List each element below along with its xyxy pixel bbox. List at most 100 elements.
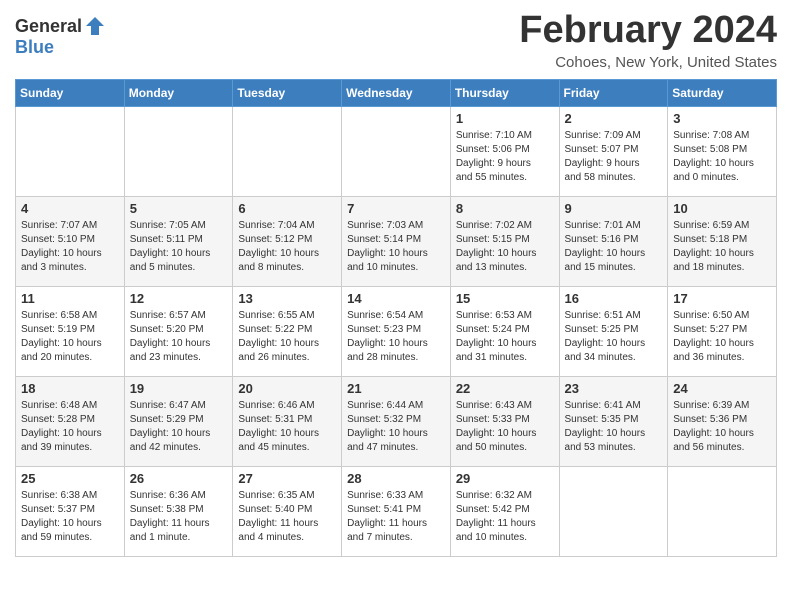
day-number: 14 <box>347 291 445 306</box>
calendar-cell: 8 Sunrise: 7:02 AM Sunset: 5:15 PM Daylig… <box>450 196 559 286</box>
day-info: Sunrise: 6:59 AM Sunset: 5:18 PM Dayligh… <box>673 219 771 275</box>
calendar-cell: 21Sunrise: 6:44 AM Sunset: 5:32 PM Dayli… <box>342 376 451 466</box>
day-info: Sunrise: 7:10 AM Sunset: 5:06 PM Dayligh… <box>456 129 554 185</box>
calendar-cell: 3 Sunrise: 7:08 AM Sunset: 5:08 PM Daylig… <box>668 106 777 196</box>
day-number: 12 <box>130 291 228 306</box>
day-info: Sunrise: 6:47 AM Sunset: 5:29 PM Dayligh… <box>130 399 228 455</box>
day-number: 1 <box>456 111 554 126</box>
day-info: Sunrise: 6:33 AM Sunset: 5:41 PM Dayligh… <box>347 489 445 545</box>
day-number: 22 <box>456 381 554 396</box>
weekday-header-sunday: Sunday <box>16 79 125 106</box>
day-info: Sunrise: 6:38 AM Sunset: 5:37 PM Dayligh… <box>21 489 119 545</box>
calendar-cell <box>559 466 668 556</box>
day-info: Sunrise: 6:43 AM Sunset: 5:33 PM Dayligh… <box>456 399 554 455</box>
day-number: 5 <box>130 201 228 216</box>
calendar-cell: 11 Sunrise: 6:58 AM Sunset: 5:19 PM Dayli… <box>16 286 125 376</box>
calendar-cell: 20Sunrise: 6:46 AM Sunset: 5:31 PM Dayli… <box>233 376 342 466</box>
day-number: 2 <box>565 111 663 126</box>
calendar-cell: 25 Sunrise: 6:38 AM Sunset: 5:37 PM Dayli… <box>16 466 125 556</box>
day-info: Sunrise: 7:09 AM Sunset: 5:07 PM Dayligh… <box>565 129 663 185</box>
day-info: Sunrise: 6:39 AM Sunset: 5:36 PM Dayligh… <box>673 399 771 455</box>
day-info: Sunrise: 7:04 AM Sunset: 5:12 PM Dayligh… <box>238 219 336 275</box>
day-number: 8 <box>456 201 554 216</box>
day-number: 21 <box>347 381 445 396</box>
calendar-week-4: 18 Sunrise: 6:48 AM Sunset: 5:28 PM Dayli… <box>16 376 777 466</box>
calendar-cell: 15 Sunrise: 6:53 AM Sunset: 5:24 PM Dayli… <box>450 286 559 376</box>
calendar-cell: 26 Sunrise: 6:36 AM Sunset: 5:38 PM Dayli… <box>124 466 233 556</box>
day-number: 11 <box>21 291 119 306</box>
calendar-cell: 14Sunrise: 6:54 AM Sunset: 5:23 PM Dayli… <box>342 286 451 376</box>
weekday-header-wednesday: Wednesday <box>342 79 451 106</box>
day-info: Sunrise: 6:46 AM Sunset: 5:31 PM Dayligh… <box>238 399 336 455</box>
day-info: Sunrise: 7:08 AM Sunset: 5:08 PM Dayligh… <box>673 129 771 185</box>
calendar-week-3: 11 Sunrise: 6:58 AM Sunset: 5:19 PM Dayli… <box>16 286 777 376</box>
calendar-cell: 13 Sunrise: 6:55 AM Sunset: 5:22 PM Dayli… <box>233 286 342 376</box>
calendar-cell: 4 Sunrise: 7:07 AM Sunset: 5:10 PM Daylig… <box>16 196 125 286</box>
calendar-cell <box>668 466 777 556</box>
calendar-cell: 22 Sunrise: 6:43 AM Sunset: 5:33 PM Dayli… <box>450 376 559 466</box>
calendar-cell: 29 Sunrise: 6:32 AM Sunset: 5:42 PM Dayli… <box>450 466 559 556</box>
day-info: Sunrise: 6:55 AM Sunset: 5:22 PM Dayligh… <box>238 309 336 365</box>
day-info: Sunrise: 7:07 AM Sunset: 5:10 PM Dayligh… <box>21 219 119 275</box>
calendar-cell: 23 Sunrise: 6:41 AM Sunset: 5:35 PM Dayli… <box>559 376 668 466</box>
calendar-cell: 24Sunrise: 6:39 AM Sunset: 5:36 PM Dayli… <box>668 376 777 466</box>
day-number: 4 <box>21 201 119 216</box>
calendar-cell <box>16 106 125 196</box>
weekday-header-row: SundayMondayTuesdayWednesdayThursdayFrid… <box>16 79 777 106</box>
weekday-header-monday: Monday <box>124 79 233 106</box>
location: Cohoes, New York, United States <box>519 54 777 71</box>
logo: General Blue <box>15 10 106 58</box>
calendar-cell: 17 Sunrise: 6:50 AM Sunset: 5:27 PM Dayli… <box>668 286 777 376</box>
day-number: 16 <box>565 291 663 306</box>
calendar-cell: 6 Sunrise: 7:04 AM Sunset: 5:12 PM Daylig… <box>233 196 342 286</box>
calendar-cell: 12 Sunrise: 6:57 AM Sunset: 5:20 PM Dayli… <box>124 286 233 376</box>
day-info: Sunrise: 6:53 AM Sunset: 5:24 PM Dayligh… <box>456 309 554 365</box>
day-info: Sunrise: 7:03 AM Sunset: 5:14 PM Dayligh… <box>347 219 445 275</box>
calendar-cell: 16Sunrise: 6:51 AM Sunset: 5:25 PM Dayli… <box>559 286 668 376</box>
day-info: Sunrise: 7:05 AM Sunset: 5:11 PM Dayligh… <box>130 219 228 275</box>
calendar-cell: 10Sunrise: 6:59 AM Sunset: 5:18 PM Dayli… <box>668 196 777 286</box>
calendar-cell: 2 Sunrise: 7:09 AM Sunset: 5:07 PM Daylig… <box>559 106 668 196</box>
day-number: 15 <box>456 291 554 306</box>
calendar-cell: 19 Sunrise: 6:47 AM Sunset: 5:29 PM Dayli… <box>124 376 233 466</box>
calendar-week-2: 4 Sunrise: 7:07 AM Sunset: 5:10 PM Daylig… <box>16 196 777 286</box>
calendar-cell: 18 Sunrise: 6:48 AM Sunset: 5:28 PM Dayli… <box>16 376 125 466</box>
weekday-header-thursday: Thursday <box>450 79 559 106</box>
day-number: 28 <box>347 471 445 486</box>
calendar-cell: 5 Sunrise: 7:05 AM Sunset: 5:11 PM Daylig… <box>124 196 233 286</box>
day-info: Sunrise: 6:50 AM Sunset: 5:27 PM Dayligh… <box>673 309 771 365</box>
day-info: Sunrise: 7:02 AM Sunset: 5:15 PM Dayligh… <box>456 219 554 275</box>
logo-icon <box>84 15 106 37</box>
day-info: Sunrise: 6:41 AM Sunset: 5:35 PM Dayligh… <box>565 399 663 455</box>
day-number: 7 <box>347 201 445 216</box>
weekday-header-tuesday: Tuesday <box>233 79 342 106</box>
day-info: Sunrise: 6:48 AM Sunset: 5:28 PM Dayligh… <box>21 399 119 455</box>
day-info: Sunrise: 6:57 AM Sunset: 5:20 PM Dayligh… <box>130 309 228 365</box>
day-number: 6 <box>238 201 336 216</box>
calendar-cell <box>124 106 233 196</box>
day-info: Sunrise: 6:35 AM Sunset: 5:40 PM Dayligh… <box>238 489 336 545</box>
day-number: 13 <box>238 291 336 306</box>
day-number: 18 <box>21 381 119 396</box>
calendar-cell: 27Sunrise: 6:35 AM Sunset: 5:40 PM Dayli… <box>233 466 342 556</box>
logo-blue: Blue <box>15 37 54 57</box>
day-info: Sunrise: 6:32 AM Sunset: 5:42 PM Dayligh… <box>456 489 554 545</box>
day-info: Sunrise: 6:58 AM Sunset: 5:19 PM Dayligh… <box>21 309 119 365</box>
day-number: 23 <box>565 381 663 396</box>
day-number: 26 <box>130 471 228 486</box>
calendar-cell: 28 Sunrise: 6:33 AM Sunset: 5:41 PM Dayli… <box>342 466 451 556</box>
calendar-cell <box>233 106 342 196</box>
calendar-table: SundayMondayTuesdayWednesdayThursdayFrid… <box>15 79 777 557</box>
calendar-week-1: 1 Sunrise: 7:10 AM Sunset: 5:06 PM Daylig… <box>16 106 777 196</box>
weekday-header-friday: Friday <box>559 79 668 106</box>
day-info: Sunrise: 6:36 AM Sunset: 5:38 PM Dayligh… <box>130 489 228 545</box>
weekday-header-saturday: Saturday <box>668 79 777 106</box>
day-number: 3 <box>673 111 771 126</box>
calendar-cell <box>342 106 451 196</box>
day-number: 25 <box>21 471 119 486</box>
calendar-week-5: 25 Sunrise: 6:38 AM Sunset: 5:37 PM Dayli… <box>16 466 777 556</box>
day-number: 9 <box>565 201 663 216</box>
day-number: 29 <box>456 471 554 486</box>
day-number: 17 <box>673 291 771 306</box>
day-number: 19 <box>130 381 228 396</box>
